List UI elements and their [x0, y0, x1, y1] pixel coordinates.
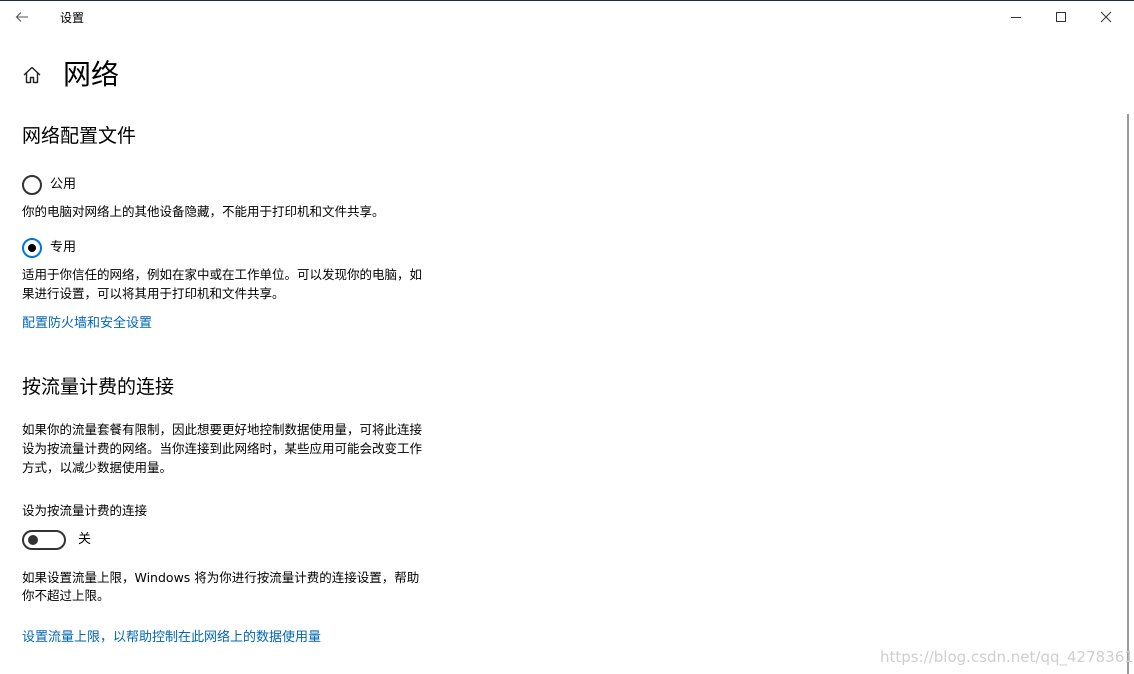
radio-private[interactable]: 专用 — [22, 237, 76, 259]
app-title: 设置 — [60, 11, 85, 25]
radio-label-public: 公用 — [50, 177, 77, 192]
metered-description-line1: 如果你的流量套餐有限制，因此想要更好地控制数据使用量，可将此连接 — [22, 422, 423, 437]
settings-window: 设置 网络 网络配置文件 公用 你的电脑对网络上的其他设备隐藏，不能用于打印机和… — [0, 0, 1134, 674]
metered-description-line2: 设为按流量计费的网络。当你连接到此网络时，某些应用可能会改变工作 — [22, 441, 423, 456]
limit-note-line1: 如果设置流量上限，Windows 将为你进行按流量计费的连接设置，帮助 — [22, 570, 420, 585]
toggle-state-label: 关 — [78, 532, 92, 547]
metered-toggle-label: 设为按流量计费的连接 — [22, 503, 148, 518]
scrollbar-thumb[interactable] — [1127, 114, 1129, 674]
private-description-line1: 适用于你信任的网络，例如在家中或在工作单位。可以发现你的电脑，如 — [22, 267, 423, 282]
toggle-knob — [28, 535, 38, 545]
minimize-button[interactable] — [993, 1, 1039, 33]
metered-description-line3: 方式，以减少数据使用量。 — [22, 460, 173, 475]
radio-label-private: 专用 — [50, 240, 77, 255]
limit-note-line2: 你不超过上限。 — [22, 588, 110, 603]
close-icon — [1100, 11, 1112, 23]
minimize-icon — [1011, 17, 1021, 18]
public-description: 你的电脑对网络上的其他设备隐藏，不能用于打印机和文件共享。 — [22, 204, 385, 219]
network-profile-heading: 网络配置文件 — [22, 125, 137, 147]
scrollbar[interactable] — [1126, 34, 1134, 674]
maximize-button[interactable] — [1038, 1, 1084, 33]
back-arrow-icon — [15, 12, 28, 22]
metered-toggle-switch[interactable] — [22, 530, 66, 550]
page-title: 网络 — [63, 58, 120, 91]
back-button[interactable] — [8, 5, 36, 29]
radio-button-private[interactable] — [22, 238, 42, 258]
radio-public[interactable]: 公用 — [22, 174, 76, 196]
maximize-icon — [1056, 12, 1066, 22]
home-icon[interactable] — [21, 64, 43, 86]
data-limit-link[interactable]: 设置流量上限，以帮助控制在此网络上的数据使用量 — [22, 629, 321, 647]
close-button[interactable] — [1083, 1, 1129, 33]
watermark-text: https://blog.csdn.net/qq_42783610 — [880, 648, 1134, 666]
firewall-settings-link[interactable]: 配置防火墙和安全设置 — [22, 315, 152, 333]
metered-toggle-row[interactable]: 关 — [22, 529, 91, 551]
radio-button-public[interactable] — [22, 175, 42, 195]
metered-connection-heading: 按流量计费的连接 — [22, 376, 175, 398]
title-bar: 设置 — [0, 1, 1134, 33]
private-description-line2: 果进行设置，可以将其用于打印机和文件共享。 — [22, 286, 285, 301]
